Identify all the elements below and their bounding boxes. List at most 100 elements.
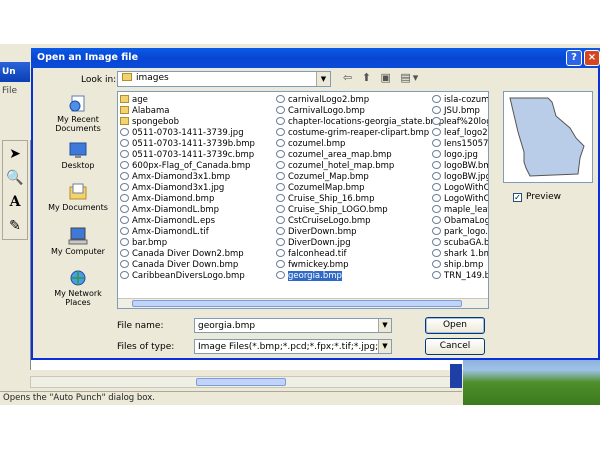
file-item[interactable]: LogoWithOl (432, 183, 488, 194)
file-item[interactable]: Amx-Diamond.bmp (120, 194, 255, 205)
file-item[interactable]: Amx-Diamond3x1.jpg (120, 183, 255, 194)
pointer-tool-icon[interactable]: ➤ (4, 143, 26, 165)
file-name: spongebob (132, 117, 180, 127)
file-item[interactable]: CaribbeanDiversLogo.bmp (120, 271, 255, 282)
screen: Un File ➤ 🔍 A ✎ Opens the "Auto Punch" d… (0, 0, 600, 450)
folder-item[interactable]: age (120, 95, 255, 106)
file-item[interactable]: JSU.bmp (432, 106, 488, 117)
file-item[interactable]: logoBW.bmp (432, 161, 488, 172)
paint-tool-icon[interactable]: ✎ (4, 215, 26, 237)
file-item[interactable]: Cruise_Ship_16.bmp (276, 194, 444, 205)
chevron-down-icon[interactable]: ▼ (378, 340, 391, 353)
file-item[interactable]: cozumel.bmp (276, 139, 444, 150)
look-in-label: Look in: (81, 75, 117, 85)
file-item[interactable]: leaf%20logo (432, 117, 488, 128)
folder-item[interactable]: spongebob (120, 117, 255, 128)
file-item[interactable]: Amx-Diamond3x1.bmp (120, 172, 255, 183)
file-item[interactable]: DiverDown.jpg (276, 238, 444, 249)
place-network-places[interactable]: My Network Places (42, 269, 114, 307)
file-name: ObamaLogo (444, 216, 488, 226)
file-item[interactable]: carnivalLogo2.bmp (276, 95, 444, 106)
file-name: maple_leaf_ (444, 205, 488, 215)
file-item[interactable]: 600px-Flag_of_Canada.bmp (120, 161, 255, 172)
file-item[interactable]: Canada Diver Down2.bmp (120, 249, 255, 260)
navigation-toolbar: ⇦ ⬆ ▣ ▤▾ (343, 71, 422, 84)
image-file-icon (276, 249, 285, 257)
file-item[interactable]: bar.bmp (120, 238, 255, 249)
image-file-icon (276, 172, 285, 180)
file-item[interactable]: Amx-DiamondL.tif (120, 227, 255, 238)
image-file-icon (276, 260, 285, 268)
file-column-3: isla-cozumelJSU.bmpleaf%20logoleaf_logo2… (432, 95, 488, 282)
place-recent-documents[interactable]: My Recent Documents (42, 95, 114, 133)
background-scroll-thumb[interactable] (196, 378, 286, 386)
image-file-icon (276, 238, 285, 246)
file-item[interactable]: leaf_logo2.b (432, 128, 488, 139)
back-icon[interactable]: ⇦ (343, 71, 354, 84)
file-item[interactable]: 0511-0703-1411-3739b.bmp (120, 139, 255, 150)
open-button[interactable]: Open (425, 317, 485, 334)
file-list-horizontal-scrollbar[interactable] (118, 298, 488, 308)
file-item[interactable]: LogoWithOl (432, 194, 488, 205)
file-item[interactable]: TRN_149.bn (432, 271, 488, 282)
file-item[interactable]: Amx-DiamondL.bmp (120, 205, 255, 216)
files-of-type-dropdown[interactable]: Image Files(*.bmp;*.pcd;*.fpx;*.tif;*.jp… (194, 339, 392, 354)
preview-checkbox-row[interactable]: ✓ Preview (513, 192, 561, 202)
file-item[interactable]: CozumelMap.bmp (276, 183, 444, 194)
background-horizontal-scrollbar[interactable] (30, 376, 462, 388)
close-button[interactable]: × (584, 50, 600, 66)
place-my-documents[interactable]: My Documents (42, 183, 114, 212)
file-item[interactable]: Canada Diver Down.bmp (120, 260, 255, 271)
file-item[interactable]: cozumel_hotel_map.bmp (276, 161, 444, 172)
chevron-down-icon[interactable]: ▼ (316, 72, 330, 86)
image-file-icon (120, 260, 129, 268)
image-file-icon (120, 205, 129, 213)
cancel-button[interactable]: Cancel (425, 338, 485, 355)
image-file-icon (120, 249, 129, 257)
file-list-scroll-thumb[interactable] (132, 300, 462, 307)
up-folder-icon[interactable]: ⬆ (362, 71, 373, 84)
view-menu-icon[interactable]: ▤▾ (400, 71, 420, 84)
folder-item[interactable]: Alabama (120, 106, 255, 117)
file-item[interactable]: 0511-0703-1411-3739.jpg (120, 128, 255, 139)
file-item[interactable]: cozumel_area_map.bmp (276, 150, 444, 161)
file-item[interactable]: falconhead.tif (276, 249, 444, 260)
file-item[interactable]: maple_leaf_ (432, 205, 488, 216)
file-name: Cruise_Ship_LOGO.bmp (288, 205, 388, 215)
image-file-icon (276, 227, 285, 235)
look-in-dropdown[interactable]: images ▼ (117, 71, 331, 87)
file-item[interactable]: park_logo.b (432, 227, 488, 238)
file-item[interactable]: costume-grim-reaper-clipart.bmp (276, 128, 444, 139)
file-item[interactable]: georgia.bmp (276, 271, 444, 282)
file-item[interactable]: logoBW.jpg (432, 172, 488, 183)
zoom-tool-icon[interactable]: 🔍 (4, 167, 26, 189)
file-item[interactable]: CarnivalLogo.bmp (276, 106, 444, 117)
files-of-type-label: Files of type: (117, 342, 175, 352)
file-item[interactable]: scubaGA.bn (432, 238, 488, 249)
text-tool-icon[interactable]: A (4, 191, 26, 213)
file-list[interactable]: age Alabama spongebob 0511-0703-1411-3739.j… (117, 91, 489, 309)
file-item[interactable]: DiverDown.bmp (276, 227, 444, 238)
file-item[interactable]: lens150577 (432, 139, 488, 150)
file-item[interactable]: Cozumel_Map.bmp (276, 172, 444, 183)
file-item[interactable]: isla-cozumel (432, 95, 488, 106)
file-item[interactable]: fwmickey.bmp (276, 260, 444, 271)
chevron-down-icon[interactable]: ▼ (378, 319, 391, 332)
new-folder-icon[interactable]: ▣ (380, 71, 392, 84)
background-menu-file[interactable]: File (2, 86, 17, 96)
file-item[interactable]: CstCruiseLogo.bmp (276, 216, 444, 227)
help-button[interactable]: ? (566, 50, 582, 66)
file-item[interactable]: shark 1.bmp (432, 249, 488, 260)
file-item[interactable]: ObamaLogo (432, 216, 488, 227)
place-desktop[interactable]: Desktop (42, 141, 114, 170)
preview-checkbox[interactable]: ✓ (513, 193, 522, 202)
file-item[interactable]: Cruise_Ship_LOGO.bmp (276, 205, 444, 216)
file-item[interactable]: ship.bmp (432, 260, 488, 271)
file-name: 0511-0703-1411-3739c.bmp (132, 150, 255, 160)
file-item[interactable]: logo.jpg (432, 150, 488, 161)
file-item[interactable]: chapter-locations-georgia_state.bmp (276, 117, 444, 128)
file-item[interactable]: Amx-DiamondL.eps (120, 216, 255, 227)
file-item[interactable]: 0511-0703-1411-3739c.bmp (120, 150, 255, 161)
file-name-input[interactable]: georgia.bmp ▼ (194, 318, 392, 333)
place-my-computer[interactable]: My Computer (42, 227, 114, 256)
